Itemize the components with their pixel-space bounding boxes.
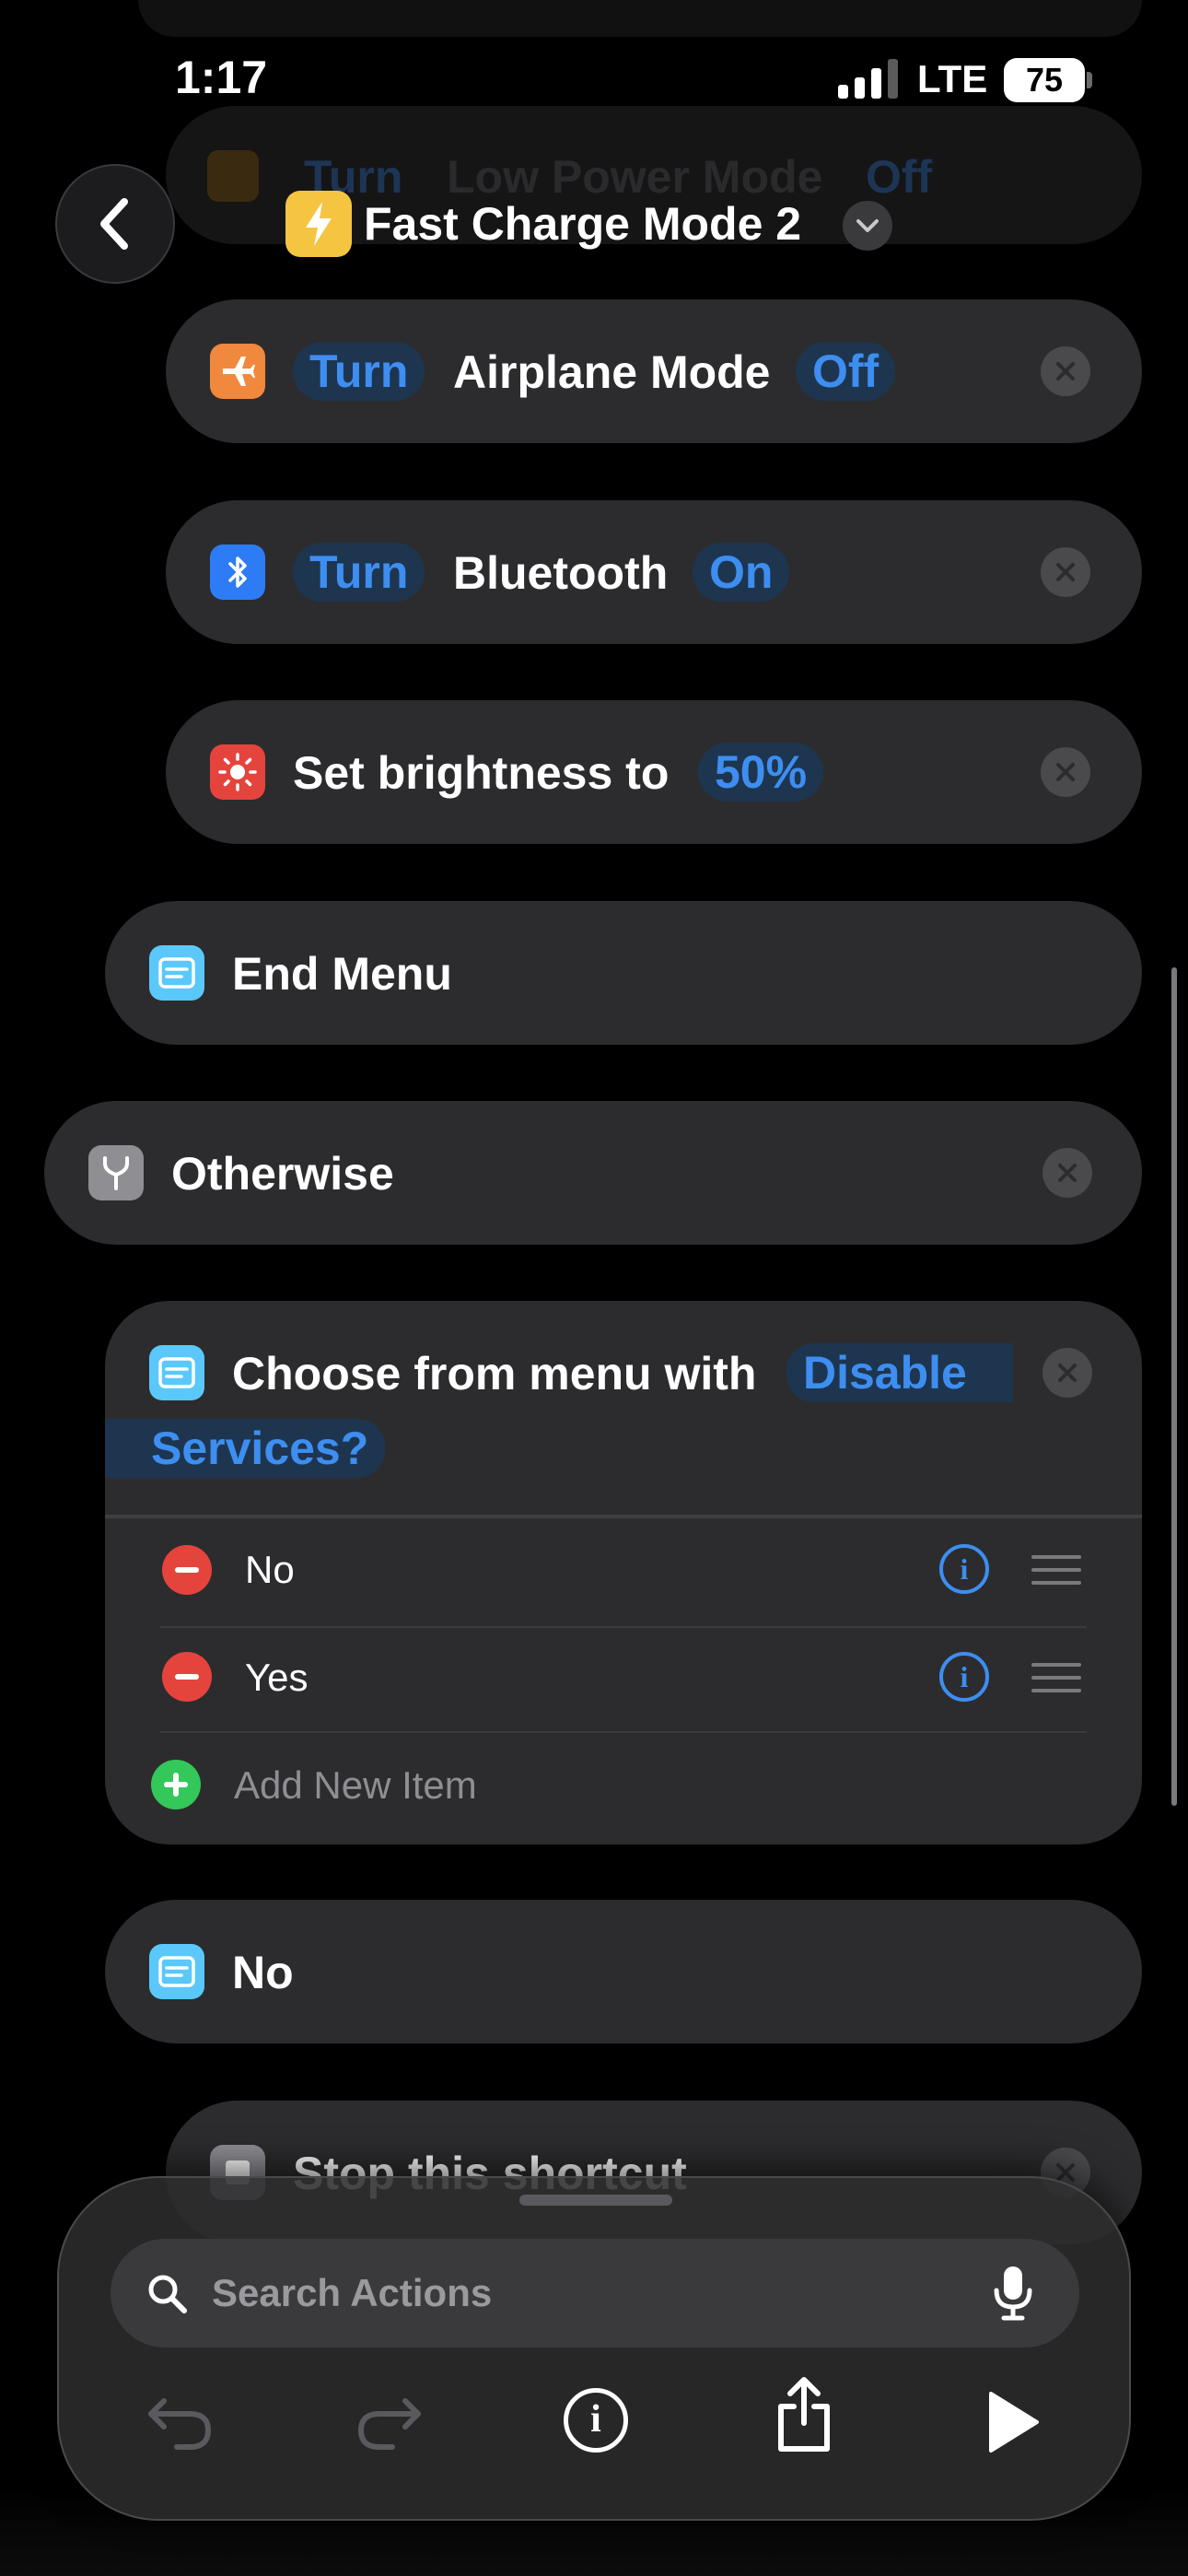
network-label: LTE <box>917 57 988 100</box>
info-icon[interactable]: i <box>939 1652 989 1702</box>
menu-item-row[interactable]: No i <box>105 1518 1142 1623</box>
reorder-handle-icon[interactable] <box>1031 1553 1081 1587</box>
airplane-verb-token[interactable]: Turn <box>293 342 425 401</box>
info-icon[interactable]: i <box>939 1544 989 1594</box>
remove-brightness-button[interactable] <box>1041 747 1090 797</box>
menu-prompt-token-line1[interactable]: Disable <box>786 1343 1013 1402</box>
menu-item-label[interactable]: Yes <box>245 1656 309 1700</box>
otherwise-label: Otherwise <box>171 1148 394 1200</box>
remove-otherwise-button[interactable] <box>1042 1148 1092 1198</box>
remove-choose-menu-button[interactable] <box>1042 1348 1092 1398</box>
menu-prompt-token-line2[interactable]: Services? <box>105 1419 386 1478</box>
menu-item-row[interactable]: Yes i <box>105 1628 1142 1729</box>
back-button[interactable] <box>55 164 175 284</box>
menu-item-label[interactable]: No <box>245 1548 295 1592</box>
airplane-value-token[interactable]: Off <box>796 342 896 401</box>
title-dropdown-button[interactable] <box>843 201 892 251</box>
remove-airplane-button[interactable] <box>1041 346 1090 396</box>
page-title[interactable]: Fast Charge Mode 2 <box>364 197 801 251</box>
close-icon <box>1058 1364 1077 1382</box>
action-choose-from-menu[interactable]: Choose from menu with Disable Services? … <box>105 1301 1142 1844</box>
bluetooth-value-token[interactable]: On <box>693 543 790 602</box>
scrollbar[interactable] <box>1171 967 1177 1806</box>
actions-panel[interactable]: Search Actions i <box>57 2176 1131 2521</box>
panel-grabber[interactable] <box>519 2195 672 2206</box>
status-time: 1:17 <box>175 52 268 103</box>
remove-bluetooth-button[interactable] <box>1041 547 1090 597</box>
menu-item-divider <box>160 1731 1087 1733</box>
faded-value: Off <box>866 151 933 203</box>
menu-case-no-label: No <box>232 1947 294 1998</box>
close-icon <box>1058 1164 1077 1182</box>
info-button[interactable]: i <box>564 2388 628 2453</box>
airplane-label: Airplane Mode <box>453 346 771 398</box>
share-icon[interactable] <box>772 2375 836 2454</box>
undo-icon[interactable] <box>144 2388 217 2453</box>
close-icon <box>1056 563 1075 581</box>
battery-tip <box>1087 72 1092 88</box>
menu-icon <box>149 1944 204 1999</box>
brightness-value-token[interactable]: 50% <box>698 743 824 802</box>
chevron-down-icon <box>856 219 879 232</box>
menu-icon <box>149 1345 204 1400</box>
battery-icon: 75 <box>1004 58 1085 102</box>
chevron-left-icon <box>100 198 128 250</box>
close-icon <box>1056 763 1075 781</box>
action-otherwise[interactable]: Otherwise <box>44 1101 1142 1245</box>
search-icon <box>148 2275 187 2313</box>
action-menu-case-no[interactable]: No <box>105 1900 1142 2043</box>
bluetooth-icon <box>210 544 265 600</box>
end-menu-label: End Menu <box>232 948 452 1000</box>
shortcut-icon <box>285 191 352 257</box>
menu-icon <box>149 945 204 1001</box>
action-airplane-mode[interactable]: Turn Airplane Mode Off <box>166 299 1142 443</box>
bluetooth-verb-token[interactable]: Turn <box>293 543 425 602</box>
choose-menu-label: Choose from menu with <box>232 1348 757 1399</box>
bluetooth-label: Bluetooth <box>453 547 669 599</box>
reorder-handle-icon[interactable] <box>1031 1661 1081 1694</box>
brightness-icon <box>210 744 265 800</box>
redo-icon[interactable] <box>352 2388 425 2453</box>
search-field[interactable]: Search Actions <box>111 2239 1079 2348</box>
run-play-icon[interactable] <box>985 2390 1041 2454</box>
battery-percent: 75 <box>1025 61 1064 99</box>
low-power-icon <box>207 150 259 202</box>
action-end-menu[interactable]: End Menu <box>105 901 1142 1045</box>
action-bluetooth[interactable]: Turn Bluetooth On <box>166 500 1142 644</box>
add-new-item-button[interactable]: Add New Item <box>105 1734 1142 1835</box>
action-set-brightness[interactable]: Set brightness to 50% <box>166 700 1142 844</box>
branch-icon <box>88 1145 144 1200</box>
faded-label: Low Power Mode <box>447 151 823 203</box>
microphone-icon[interactable] <box>993 2265 1033 2322</box>
close-icon <box>1056 362 1075 381</box>
remove-item-icon[interactable] <box>162 1652 212 1702</box>
add-new-item-label: Add New Item <box>234 1763 477 1807</box>
top-card-edge <box>138 0 1142 37</box>
signal-icon <box>836 57 901 99</box>
brightness-label: Set brightness to <box>293 747 670 799</box>
add-icon <box>151 1760 201 1809</box>
airplane-icon <box>210 344 265 399</box>
search-placeholder[interactable]: Search Actions <box>212 2271 492 2315</box>
remove-item-icon[interactable] <box>162 1545 212 1595</box>
